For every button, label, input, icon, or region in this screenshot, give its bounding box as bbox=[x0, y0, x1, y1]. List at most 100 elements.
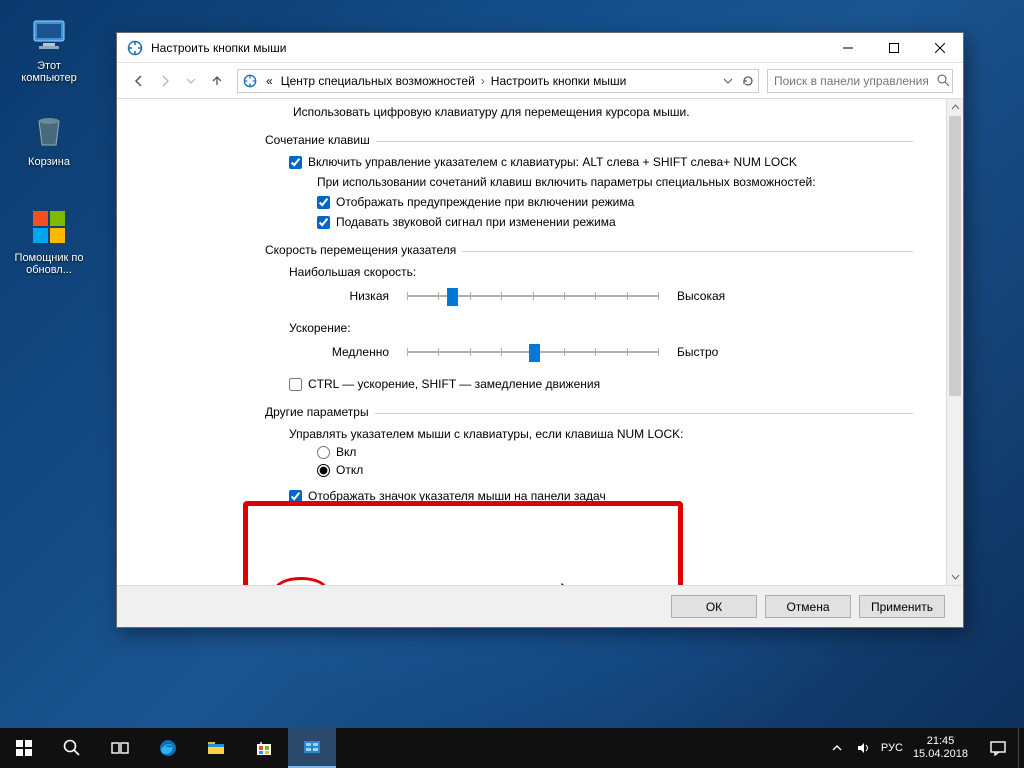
radio-input[interactable] bbox=[317, 446, 330, 459]
checkbox-label: CTRL — ускорение, SHIFT — замедление дви… bbox=[308, 377, 600, 391]
checkbox-show-tray-icon[interactable]: Отображать значок указателя мыши на пане… bbox=[289, 489, 943, 503]
taskbar-app-edge[interactable] bbox=[144, 728, 192, 768]
slider-low-label: Низкая bbox=[325, 289, 389, 303]
minimize-button[interactable] bbox=[825, 33, 871, 63]
recent-dropdown[interactable] bbox=[179, 69, 203, 93]
desktop-icon-label: Корзина bbox=[10, 156, 88, 168]
slider-high-label: Высокая bbox=[677, 289, 741, 303]
chevron-right-icon[interactable]: › bbox=[479, 74, 487, 88]
slider-slow-label: Медленно bbox=[325, 345, 389, 359]
close-button[interactable] bbox=[917, 33, 963, 63]
search-input[interactable] bbox=[768, 74, 935, 88]
taskbar-app-control-panel[interactable] bbox=[288, 728, 336, 768]
radio-input[interactable] bbox=[317, 464, 330, 477]
group-title: Другие параметры bbox=[265, 405, 375, 419]
annotation-red-box bbox=[243, 501, 683, 585]
desktop-icon-update-helper[interactable]: Помощник по обновл... bbox=[10, 206, 88, 276]
language-indicator[interactable]: РУС bbox=[881, 742, 903, 754]
ease-of-access-icon bbox=[242, 73, 258, 89]
group-speed: Скорость перемещения указателя Наибольша… bbox=[265, 243, 943, 391]
search-button[interactable] bbox=[48, 728, 96, 768]
apply-button[interactable]: Применить bbox=[859, 595, 945, 618]
checkbox-input[interactable] bbox=[289, 378, 302, 391]
forward-button[interactable] bbox=[153, 69, 177, 93]
checkbox-label: Подавать звуковой сигнал при изменении р… bbox=[336, 215, 616, 229]
cursor-icon bbox=[561, 583, 575, 585]
taskbar[interactable]: РУС 21:45 15.04.2018 bbox=[0, 728, 1024, 768]
numlock-label: Управлять указателем мыши с клавиатуры, … bbox=[289, 427, 943, 441]
radio-numlock-off[interactable]: Откл bbox=[317, 463, 943, 477]
search-icon[interactable] bbox=[935, 70, 952, 92]
checkbox-input[interactable] bbox=[289, 490, 302, 503]
windows-update-icon bbox=[28, 206, 70, 248]
vertical-scrollbar[interactable] bbox=[946, 99, 963, 585]
clock[interactable]: 21:45 15.04.2018 bbox=[913, 735, 968, 761]
address-dropdown[interactable] bbox=[718, 70, 738, 92]
computer-icon bbox=[28, 14, 70, 56]
breadcrumb-current[interactable]: Настроить кнопки мыши bbox=[487, 74, 631, 88]
ease-of-access-icon bbox=[127, 40, 143, 56]
group-shortcut: Сочетание клавиш Включить управление ука… bbox=[265, 133, 943, 229]
checkbox-show-warning[interactable]: Отображать предупреждение при включении … bbox=[317, 195, 943, 209]
max-speed-slider[interactable] bbox=[407, 285, 659, 307]
cancel-button[interactable]: Отмена bbox=[765, 595, 851, 618]
maximize-button[interactable] bbox=[871, 33, 917, 63]
breadcrumb-parent[interactable]: Центр специальных возможностей bbox=[277, 74, 479, 88]
radio-label: Откл bbox=[336, 463, 363, 477]
group-title: Сочетание клавиш bbox=[265, 133, 376, 147]
action-center-button[interactable] bbox=[978, 728, 1018, 768]
back-button[interactable] bbox=[127, 69, 151, 93]
max-speed-label: Наибольшая скорость: bbox=[289, 265, 943, 279]
taskbar-app-explorer[interactable] bbox=[192, 728, 240, 768]
intro-text: Использовать цифровую клавиатуру для пер… bbox=[293, 105, 943, 119]
titlebar[interactable]: Настроить кнопки мыши bbox=[117, 33, 963, 63]
show-desktop-button[interactable] bbox=[1018, 728, 1024, 768]
group-other: Другие параметры Управлять указателем мы… bbox=[265, 405, 943, 503]
sub-intro-text: При использовании сочетаний клавиш включ… bbox=[317, 175, 943, 189]
volume-icon[interactable] bbox=[855, 740, 871, 756]
ok-button[interactable]: ОК bbox=[671, 595, 757, 618]
clock-time: 21:45 bbox=[913, 735, 968, 748]
radio-label: Вкл bbox=[336, 445, 356, 459]
refresh-button[interactable] bbox=[738, 70, 758, 92]
search-box[interactable] bbox=[767, 69, 953, 93]
accel-label: Ускорение: bbox=[289, 321, 943, 335]
desktop-icon-computer[interactable]: Этот компьютер bbox=[10, 14, 88, 84]
slider-thumb[interactable] bbox=[447, 288, 458, 306]
radio-numlock-on[interactable]: Вкл bbox=[317, 445, 943, 459]
navigation-bar: « Центр специальных возможностей › Настр… bbox=[117, 63, 963, 99]
checkbox-label: Включить управление указателем с клавиат… bbox=[308, 155, 797, 169]
task-view-button[interactable] bbox=[96, 728, 144, 768]
up-button[interactable] bbox=[205, 69, 229, 93]
recycle-bin-icon bbox=[28, 110, 70, 152]
slider-fast-label: Быстро bbox=[677, 345, 741, 359]
checkbox-input[interactable] bbox=[317, 196, 330, 209]
address-bar[interactable]: « Центр специальных возможностей › Настр… bbox=[237, 69, 759, 93]
scroll-up-button[interactable] bbox=[947, 99, 963, 116]
group-title: Скорость перемещения указателя bbox=[265, 243, 462, 257]
annotation-red-oval bbox=[275, 577, 327, 585]
checkbox-input[interactable] bbox=[289, 156, 302, 169]
slider-thumb[interactable] bbox=[529, 344, 540, 362]
scroll-down-button[interactable] bbox=[947, 568, 963, 585]
checkbox-ctrl-shift[interactable]: CTRL — ускорение, SHIFT — замедление дви… bbox=[289, 377, 943, 391]
checkbox-label: Отображать значок указателя мыши на пане… bbox=[308, 489, 606, 503]
desktop-icon-label: Помощник по обновл... bbox=[10, 252, 88, 276]
taskbar-app-store[interactable] bbox=[240, 728, 288, 768]
clock-date: 15.04.2018 bbox=[913, 748, 968, 761]
window-title: Настроить кнопки мыши bbox=[151, 41, 825, 55]
content-area: Использовать цифровую клавиатуру для пер… bbox=[117, 99, 963, 585]
scroll-thumb[interactable] bbox=[949, 116, 961, 396]
start-button[interactable] bbox=[0, 728, 48, 768]
desktop-icon-recycle[interactable]: Корзина bbox=[10, 110, 88, 168]
checkbox-play-sound[interactable]: Подавать звуковой сигнал при изменении р… bbox=[317, 215, 943, 229]
breadcrumb-prefix[interactable]: « bbox=[262, 74, 277, 88]
accel-slider[interactable] bbox=[407, 341, 659, 363]
checkbox-input[interactable] bbox=[317, 216, 330, 229]
desktop-icon-label: Этот компьютер bbox=[10, 60, 88, 84]
system-tray: РУС 21:45 15.04.2018 bbox=[819, 728, 978, 768]
tray-overflow-icon[interactable] bbox=[829, 740, 845, 756]
checkbox-enable-mousekeys[interactable]: Включить управление указателем с клавиат… bbox=[289, 155, 943, 169]
checkbox-label: Отображать предупреждение при включении … bbox=[336, 195, 634, 209]
control-panel-window: Настроить кнопки мыши « Центр специальны… bbox=[116, 32, 964, 628]
